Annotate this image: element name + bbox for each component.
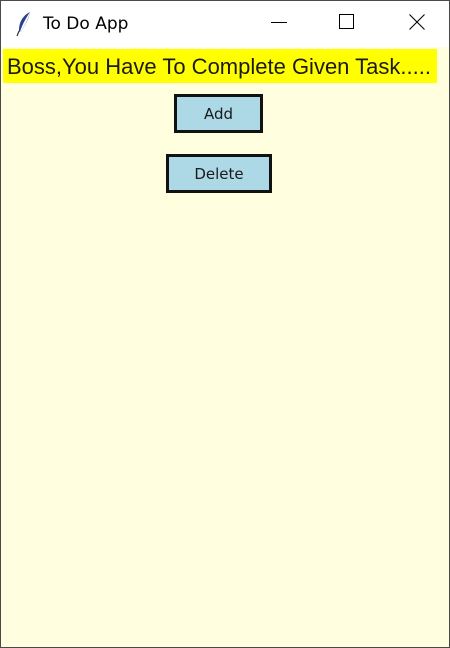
minimize-button[interactable]: [251, 1, 307, 47]
add-button[interactable]: Add: [174, 94, 263, 133]
close-icon: [409, 14, 425, 34]
window-title: To Do App: [43, 14, 129, 34]
maximize-icon: [339, 14, 355, 34]
feather-icon: [16, 11, 32, 37]
app-window: To Do App Boss,You Have To Complete Give…: [0, 0, 450, 648]
minimize-icon: [271, 14, 287, 34]
close-button[interactable]: [389, 1, 445, 47]
main-content: Boss,You Have To Complete Given Task....…: [1, 47, 449, 647]
maximize-button[interactable]: [319, 1, 375, 47]
delete-button[interactable]: Delete: [166, 154, 272, 193]
task-banner: Boss,You Have To Complete Given Task....…: [3, 49, 437, 83]
title-bar[interactable]: To Do App: [1, 1, 449, 47]
